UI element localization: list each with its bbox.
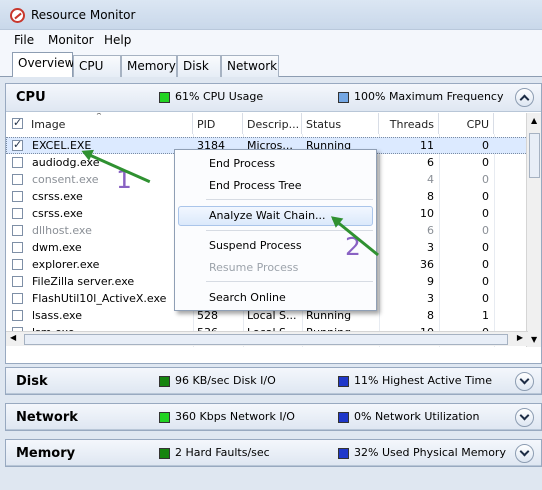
cpu-title: CPU (16, 90, 46, 105)
tab-memory[interactable]: Memory (121, 55, 177, 77)
cpu-usage-swatch (159, 92, 170, 103)
vertical-scrollbar[interactable]: ▲ ▼ (526, 113, 541, 347)
row-checkbox[interactable] (12, 138, 23, 151)
row-checkbox[interactable] (12, 310, 23, 321)
chevron-down-icon (519, 410, 530, 421)
row-checkbox[interactable] (12, 157, 23, 168)
expand-disk-button[interactable] (515, 372, 534, 391)
menu-suspend-process[interactable]: Suspend Process (209, 239, 302, 252)
chevron-down-icon (519, 374, 530, 385)
title-bar: Resource Monitor (0, 0, 542, 30)
used-physical-memory: 32% Used Physical Memory (354, 446, 506, 459)
row-checkbox[interactable] (12, 174, 23, 185)
network-utilization-swatch (338, 412, 349, 423)
sort-arrow-icon: ^ (96, 113, 102, 120)
column-description[interactable]: Descrip... (243, 113, 302, 134)
tab-bar: Overview CPU Memory Disk Network (0, 50, 542, 77)
select-all-checkbox[interactable] (12, 116, 23, 129)
scroll-left-icon[interactable]: ◀ (10, 333, 16, 342)
collapse-cpu-button[interactable] (515, 88, 534, 107)
disk-io-swatch (159, 376, 170, 387)
menu-analyze-wait-chain[interactable]: Analyze Wait Chain... (209, 209, 326, 222)
chevron-up-icon (519, 94, 530, 105)
maximum-frequency: 100% Maximum Frequency (354, 90, 504, 103)
network-utilization: 0% Network Utilization (354, 410, 480, 423)
expand-network-button[interactable] (515, 408, 534, 427)
horizontal-scroll-thumb[interactable] (24, 334, 508, 345)
hard-faults: 2 Hard Faults/sec (175, 446, 270, 459)
network-io-swatch (159, 412, 170, 423)
column-pid[interactable]: PID (193, 113, 243, 134)
menu-file[interactable]: File (14, 33, 34, 47)
memory-title: Memory (16, 446, 76, 461)
highest-active-time: 11% Highest Active Time (354, 374, 492, 387)
disk-title: Disk (16, 374, 48, 389)
row-checkbox[interactable] (12, 293, 23, 304)
column-threads[interactable]: Threads (379, 113, 439, 134)
menu-end-process[interactable]: End Process (209, 157, 275, 170)
network-io: 360 Kbps Network I/O (175, 410, 295, 423)
network-title: Network (16, 410, 78, 425)
cpu-section-header[interactable]: CPU 61% CPU Usage 100% Maximum Frequency (6, 84, 541, 112)
physical-memory-swatch (338, 448, 349, 459)
cpu-usage: 61% CPU Usage (175, 90, 264, 103)
menu-resume-process: Resume Process (209, 261, 299, 274)
disk-section[interactable]: Disk 96 KB/sec Disk I/O 11% Highest Acti… (5, 367, 542, 395)
active-time-swatch (338, 376, 349, 387)
window-title: Resource Monitor (31, 8, 136, 22)
frequency-swatch (338, 92, 349, 103)
menu-help[interactable]: Help (104, 33, 131, 47)
expand-memory-button[interactable] (515, 444, 534, 463)
row-checkbox[interactable] (12, 191, 23, 202)
memory-section[interactable]: Memory 2 Hard Faults/sec 32% Used Physic… (5, 439, 542, 467)
disk-io: 96 KB/sec Disk I/O (175, 374, 276, 387)
column-status[interactable]: Status (302, 113, 379, 134)
chevron-down-icon (519, 446, 530, 457)
column-image[interactable]: Image ^ (6, 113, 193, 134)
resource-monitor-icon (10, 8, 25, 23)
menu-monitor[interactable]: Monitor (48, 33, 94, 47)
row-checkbox[interactable] (12, 276, 23, 287)
tab-cpu[interactable]: CPU (73, 55, 121, 77)
scroll-up-icon[interactable]: ▲ (531, 116, 537, 125)
column-cpu[interactable]: CPU (439, 113, 494, 134)
tab-overview[interactable]: Overview (12, 52, 75, 77)
tab-network[interactable]: Network (221, 55, 279, 77)
row-checkbox[interactable] (12, 225, 23, 236)
menu-search-online[interactable]: Search Online (209, 291, 286, 304)
menu-end-process-tree[interactable]: End Process Tree (209, 179, 302, 192)
scroll-down-icon[interactable]: ▼ (531, 335, 537, 344)
vertical-scroll-thumb[interactable] (529, 133, 540, 178)
hard-faults-swatch (159, 448, 170, 459)
network-section[interactable]: Network 360 Kbps Network I/O 0% Network … (5, 403, 542, 431)
row-checkbox[interactable] (12, 259, 23, 270)
menu-bar: File Monitor Help (0, 30, 542, 50)
tab-disk[interactable]: Disk (177, 55, 221, 77)
scroll-right-icon[interactable]: ▶ (517, 333, 523, 342)
horizontal-scrollbar[interactable]: ◀ ▶ (6, 331, 528, 346)
row-checkbox[interactable] (12, 242, 23, 253)
row-checkbox[interactable] (12, 208, 23, 219)
